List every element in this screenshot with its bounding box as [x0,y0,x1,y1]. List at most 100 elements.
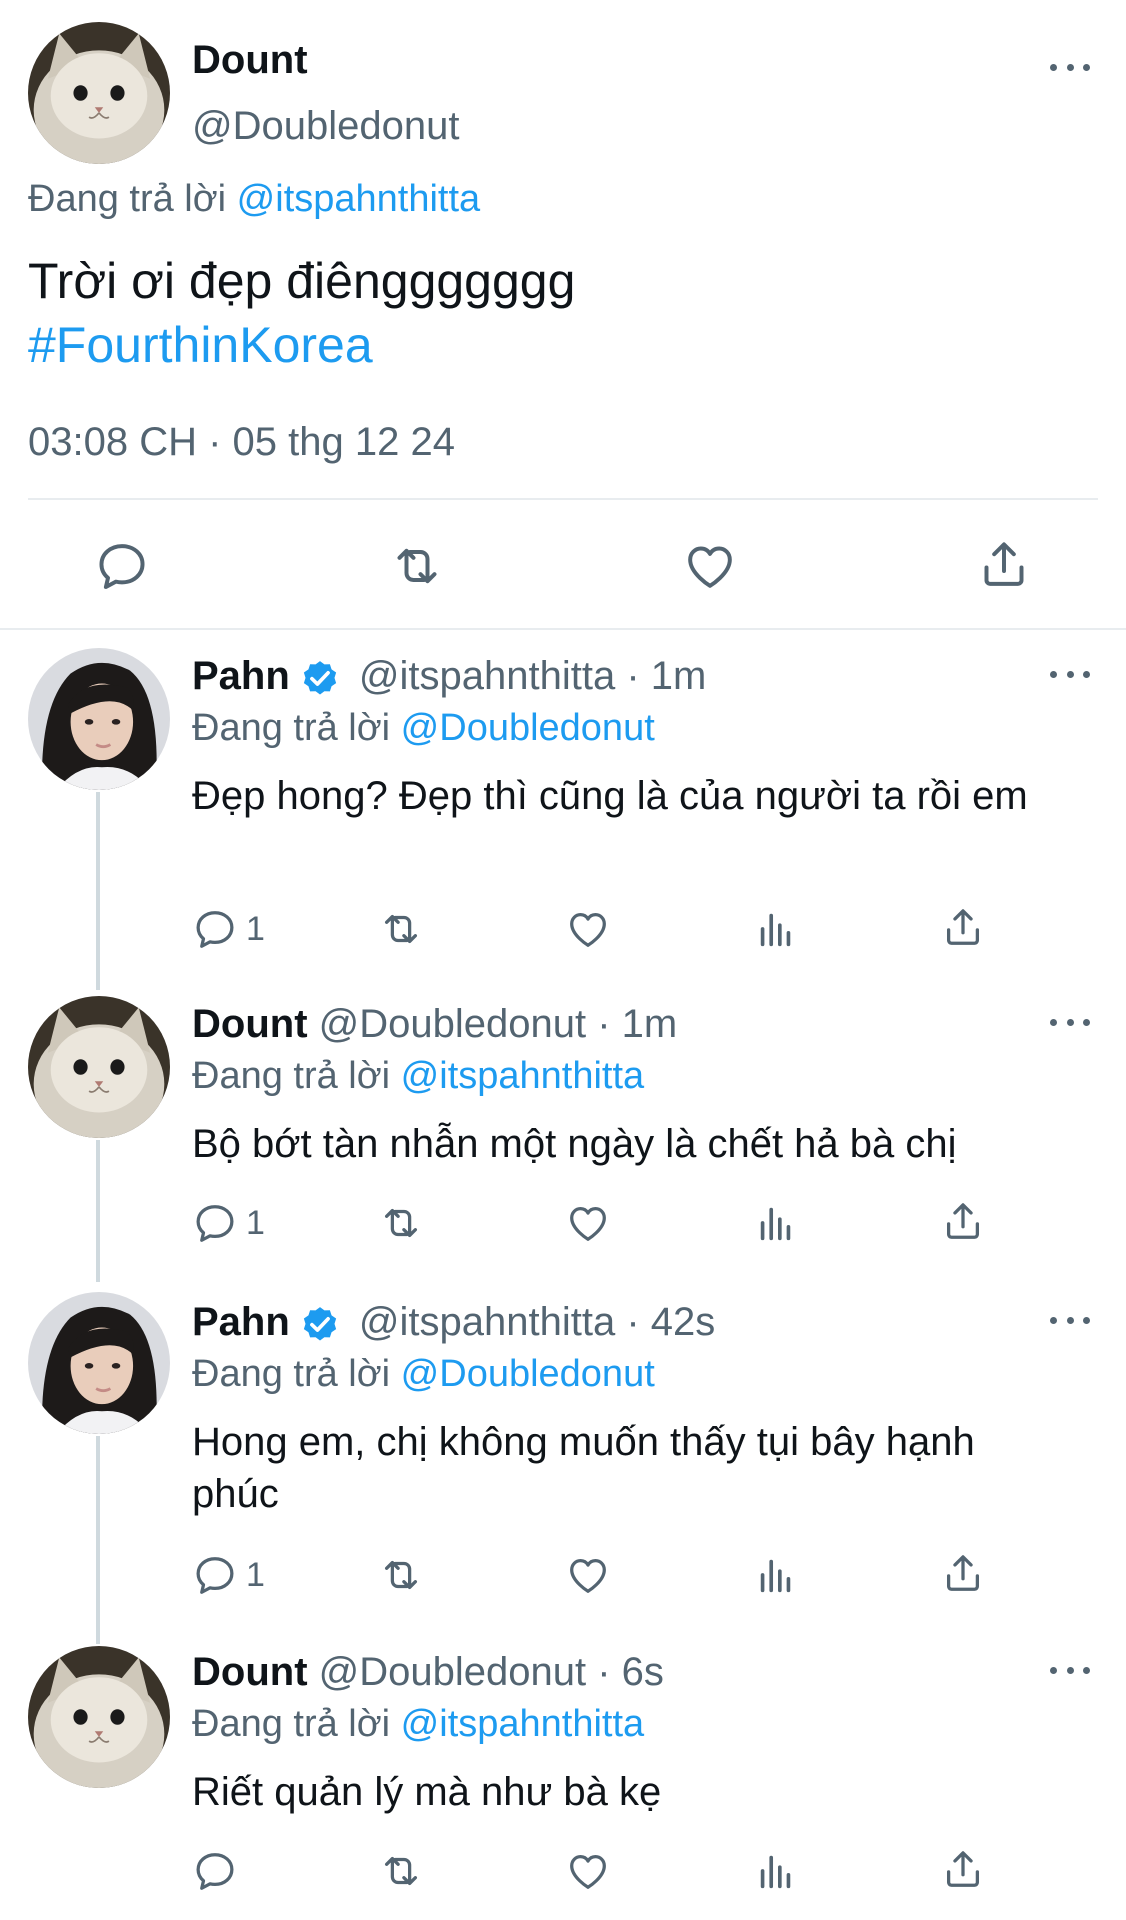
more-options-button[interactable] [1050,664,1090,684]
verified-badge-icon [298,1302,342,1346]
reply-avatar[interactable] [28,648,170,790]
reply-header: Pahn @itspahnthitta · 1m [192,652,706,700]
like-button[interactable] [565,1200,611,1246]
cat-avatar-image [28,1646,170,1788]
reply-avatar[interactable] [28,1646,170,1788]
cat-avatar-image [28,22,170,164]
replying-to-label: Đang trả lời [192,1055,391,1097]
replying-to: Đang trả lời @Doubledonut [192,1351,655,1397]
retweet-icon [376,1552,426,1598]
reply-avatar[interactable] [28,996,170,1138]
more-options-button[interactable] [1050,1012,1090,1032]
replying-to: Đang trả lời @Doubledonut [192,705,655,751]
reply-button[interactable]: 1 [192,906,265,952]
retweet-button[interactable] [387,538,447,594]
share-icon [940,1550,986,1596]
cat-avatar-image [28,996,170,1138]
reply-avatar[interactable] [28,1292,170,1434]
more-options-button[interactable] [1050,1310,1090,1330]
reply-button[interactable] [94,538,150,594]
share-button[interactable] [940,1198,986,1244]
replying-to-link[interactable]: @itspahnthitta [237,178,481,220]
like-icon [565,1848,611,1894]
share-icon [976,536,1032,592]
girl-avatar-image [28,1292,170,1434]
thread-line [96,1436,100,1644]
divider [0,628,1126,630]
like-icon [682,538,738,594]
like-icon [565,906,611,952]
views-button[interactable] [753,1552,799,1598]
tweet-timestamp: 03:08 CH · 05 thg 12 24 [28,420,455,464]
replying-to-link[interactable]: @itspahnthitta [401,1055,645,1097]
reply-author-name[interactable]: Dount [192,1002,308,1046]
replying-to-link[interactable]: @itspahnthitta [401,1703,645,1745]
views-icon [753,1552,799,1598]
like-button[interactable] [565,1552,611,1598]
reply-count: 1 [246,1203,265,1242]
reply-count: 1 [246,1555,265,1594]
views-button[interactable] [753,1848,799,1894]
reply-button[interactable]: 1 [192,1200,265,1246]
reply-author-name[interactable]: Pahn [192,1300,290,1344]
hashtag-link[interactable]: #FourthinKorea [28,314,373,376]
reply-header: Dount @Doubledonut · 6s [192,1648,664,1696]
author-avatar[interactable] [28,22,170,164]
like-icon [565,1552,611,1598]
replying-to: Đang trả lời @itspahnthitta [192,1701,644,1747]
replying-to-link[interactable]: @Doubledonut [401,707,655,749]
replying-to: Đang trả lời @itspahnthitta [192,1053,644,1099]
share-button[interactable] [976,536,1032,592]
reply-icon [192,906,238,952]
reply-text: Hong em, chị không muốn thấy tụi bây hạn… [192,1420,975,1516]
retweet-button[interactable] [376,1552,426,1598]
reply-button[interactable]: 1 [192,1552,265,1598]
like-button[interactable] [682,538,738,594]
retweet-icon [376,906,426,952]
reply-handle-time[interactable]: @Doubledonut · 1m [319,1002,678,1046]
views-icon [753,906,799,952]
retweet-button[interactable] [376,1200,426,1246]
views-button[interactable] [753,906,799,952]
author-name[interactable]: Dount [192,36,308,84]
share-button[interactable] [940,1846,986,1892]
girl-avatar-image [28,648,170,790]
reply-icon [192,1200,238,1246]
views-icon [753,1200,799,1246]
retweet-button[interactable] [376,906,426,952]
replying-to-link[interactable]: @Doubledonut [401,1353,655,1395]
more-icon [1050,1316,1057,1324]
views-icon [753,1848,799,1894]
replying-to: Đang trả lời @itspahnthitta [28,176,480,222]
share-icon [940,904,986,950]
like-button[interactable] [565,906,611,952]
share-icon [940,1198,986,1244]
divider [28,498,1098,500]
reply-text: Riết quản lý mà như bà kẹ [192,1770,662,1814]
reply-handle-time[interactable]: @itspahnthitta · 1m [359,654,706,698]
replying-to-label: Đang trả lời [28,178,227,220]
reply-handle-time[interactable]: @itspahnthitta · 42s [359,1300,715,1344]
views-button[interactable] [753,1200,799,1246]
reply-author-name[interactable]: Dount [192,1650,308,1694]
reply-button[interactable] [192,1848,238,1894]
replying-to-label: Đang trả lời [192,1703,391,1745]
more-options-button[interactable] [1050,57,1090,77]
reply-author-name[interactable]: Pahn [192,654,290,698]
retweet-button[interactable] [376,1848,426,1894]
share-button[interactable] [940,1550,986,1596]
author-handle[interactable]: @Doubledonut [192,102,459,150]
more-icon [1050,1018,1057,1026]
reply-handle-time[interactable]: @Doubledonut · 6s [319,1650,664,1694]
tweet-text: Trời ơi đẹp điênggggggg [28,253,576,309]
share-icon [940,1846,986,1892]
more-options-button[interactable] [1050,1660,1090,1680]
replying-to-label: Đang trả lời [192,707,391,749]
reply-header: Dount @Doubledonut · 1m [192,1000,677,1048]
reply-text: Đẹp hong? Đẹp thì cũng là của người ta r… [192,774,1028,818]
share-button[interactable] [940,904,986,950]
thread-line [96,1140,100,1282]
like-button[interactable] [565,1848,611,1894]
like-icon [565,1200,611,1246]
more-icon [1050,63,1057,71]
